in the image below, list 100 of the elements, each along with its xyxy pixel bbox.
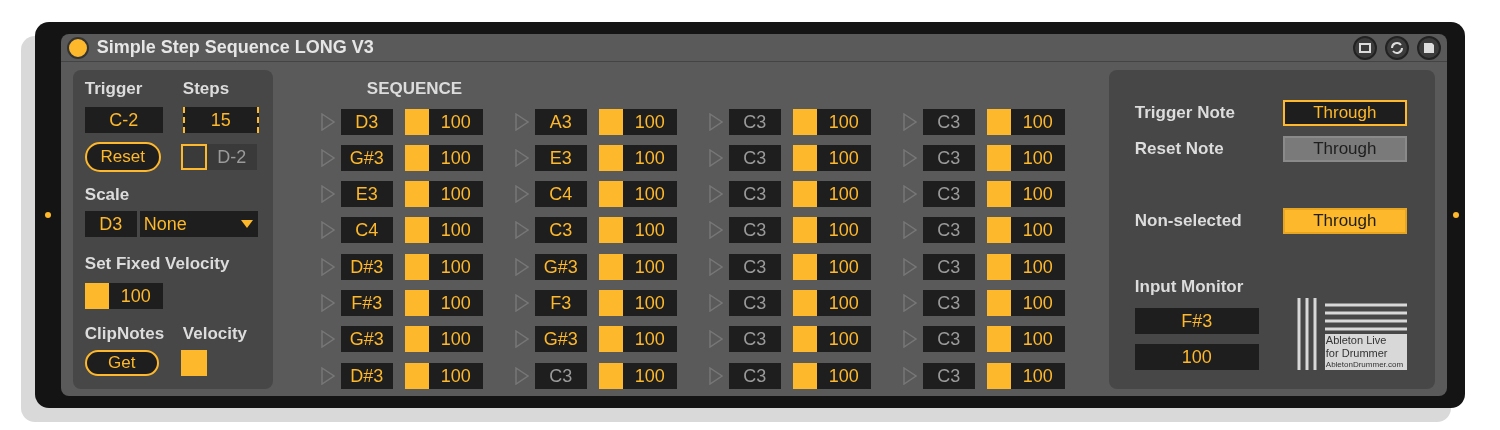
velocity-number-box[interactable]: 100 [404, 326, 483, 353]
velocity-number-box[interactable]: 100 [792, 144, 871, 171]
velocity-number-box[interactable]: 100 [598, 108, 677, 135]
step-note-box[interactable]: C3 [922, 253, 975, 280]
refresh-icon[interactable] [1384, 35, 1409, 60]
save-icon[interactable] [1416, 35, 1441, 60]
step-note-box[interactable]: E3 [340, 181, 393, 208]
step-note-box[interactable]: G#3 [340, 326, 393, 353]
preset-icon[interactable] [1352, 35, 1377, 60]
step-note-box[interactable]: C3 [728, 290, 781, 316]
step-note-box[interactable]: C3 [922, 362, 975, 389]
play-triangle-icon[interactable] [902, 294, 917, 312]
play-triangle-icon[interactable] [514, 148, 529, 167]
step-note-box[interactable]: C3 [922, 181, 975, 208]
step-note-box[interactable]: E3 [534, 144, 587, 171]
reset-note-checkbox[interactable] [180, 143, 207, 170]
play-triangle-icon[interactable] [902, 330, 917, 349]
scale-dropdown[interactable]: None [139, 211, 258, 237]
play-triangle-icon[interactable] [320, 366, 335, 385]
step-note-box[interactable]: A3 [534, 108, 587, 135]
velocity-number-box[interactable]: 100 [404, 108, 483, 135]
step-note-box[interactable]: G#3 [534, 326, 587, 353]
play-triangle-icon[interactable] [902, 148, 917, 167]
play-triangle-icon[interactable] [902, 257, 917, 276]
play-triangle-icon[interactable] [320, 221, 335, 240]
velocity-number-box[interactable]: 100 [986, 108, 1065, 135]
step-note-box[interactable]: D#3 [340, 362, 393, 389]
velocity-number-box[interactable]: 100 [598, 290, 677, 316]
step-note-box[interactable]: C3 [728, 144, 781, 171]
step-note-box[interactable]: C3 [728, 253, 781, 280]
velocity-number-box[interactable]: 100 [598, 181, 677, 208]
play-triangle-icon[interactable] [514, 294, 529, 312]
play-triangle-icon[interactable] [708, 294, 723, 312]
velocity-number-box[interactable]: 100 [84, 282, 163, 309]
step-note-box[interactable]: C3 [534, 362, 587, 389]
trigger-note-box[interactable]: C-2 [84, 106, 163, 133]
steps-number-box[interactable]: 15 [182, 106, 259, 133]
step-note-box[interactable]: C3 [728, 217, 781, 244]
play-triangle-icon[interactable] [902, 221, 917, 240]
play-triangle-icon[interactable] [514, 112, 529, 131]
play-triangle-icon[interactable] [320, 257, 335, 276]
reset-button[interactable]: Reset [84, 141, 161, 172]
velocity-number-box[interactable]: 100 [792, 217, 871, 244]
velocity-number-box[interactable]: 100 [598, 362, 677, 389]
step-note-box[interactable]: C3 [922, 290, 975, 316]
velocity-number-box[interactable]: 100 [986, 181, 1065, 208]
scale-root-box[interactable]: D3 [84, 211, 137, 237]
velocity-number-box[interactable]: 100 [986, 144, 1065, 171]
velocity-number-box[interactable]: 100 [986, 217, 1065, 244]
step-note-box[interactable]: F#3 [340, 290, 393, 316]
play-triangle-icon[interactable] [902, 366, 917, 385]
play-triangle-icon[interactable] [514, 257, 529, 276]
velocity-number-box[interactable]: 100 [986, 290, 1065, 316]
velocity-number-box[interactable]: 100 [986, 326, 1065, 353]
play-triangle-icon[interactable] [514, 185, 529, 204]
get-button[interactable]: Get [84, 350, 159, 376]
play-triangle-icon[interactable] [320, 112, 335, 131]
step-note-box[interactable]: C4 [340, 217, 393, 244]
play-triangle-icon[interactable] [708, 112, 723, 131]
velocity-number-box[interactable]: 100 [598, 217, 677, 244]
velocity-number-box[interactable]: 100 [598, 253, 677, 280]
velocity-number-box[interactable]: 100 [598, 144, 677, 171]
step-note-box[interactable]: C3 [728, 108, 781, 135]
play-triangle-icon[interactable] [514, 366, 529, 385]
velocity-number-box[interactable]: 100 [792, 290, 871, 316]
step-note-box[interactable]: C3 [728, 181, 781, 208]
velocity-toggle[interactable] [180, 350, 207, 376]
play-triangle-icon[interactable] [708, 221, 723, 240]
step-note-box[interactable]: C3 [728, 326, 781, 353]
step-note-box[interactable]: D3 [340, 108, 393, 135]
device-power-button[interactable] [66, 36, 89, 59]
step-note-box[interactable]: F3 [534, 290, 587, 316]
play-triangle-icon[interactable] [902, 185, 917, 204]
play-triangle-icon[interactable] [320, 148, 335, 167]
step-note-box[interactable]: C3 [728, 362, 781, 389]
step-note-box[interactable]: C4 [534, 181, 587, 208]
play-triangle-icon[interactable] [708, 330, 723, 349]
play-triangle-icon[interactable] [708, 366, 723, 385]
velocity-number-box[interactable]: 100 [404, 290, 483, 316]
velocity-number-box[interactable]: 100 [792, 108, 871, 135]
mode-menu[interactable]: Through [1282, 136, 1407, 162]
velocity-number-box[interactable]: 100 [792, 181, 871, 208]
play-triangle-icon[interactable] [708, 148, 723, 167]
play-triangle-icon[interactable] [514, 330, 529, 349]
velocity-number-box[interactable]: 100 [792, 362, 871, 389]
play-triangle-icon[interactable] [514, 221, 529, 240]
step-note-box[interactable]: C3 [922, 108, 975, 135]
velocity-number-box[interactable]: 100 [792, 253, 871, 280]
step-note-box[interactable]: D#3 [340, 253, 393, 280]
step-note-box[interactable]: G#3 [340, 144, 393, 171]
play-triangle-icon[interactable] [320, 294, 335, 312]
velocity-number-box[interactable]: 100 [792, 326, 871, 353]
velocity-number-box[interactable]: 100 [404, 144, 483, 171]
step-note-box[interactable]: C3 [922, 217, 975, 244]
play-triangle-icon[interactable] [320, 330, 335, 349]
play-triangle-icon[interactable] [902, 112, 917, 131]
velocity-number-box[interactable]: 100 [598, 326, 677, 353]
velocity-number-box[interactable]: 100 [986, 253, 1065, 280]
play-triangle-icon[interactable] [708, 185, 723, 204]
velocity-number-box[interactable]: 100 [404, 181, 483, 208]
